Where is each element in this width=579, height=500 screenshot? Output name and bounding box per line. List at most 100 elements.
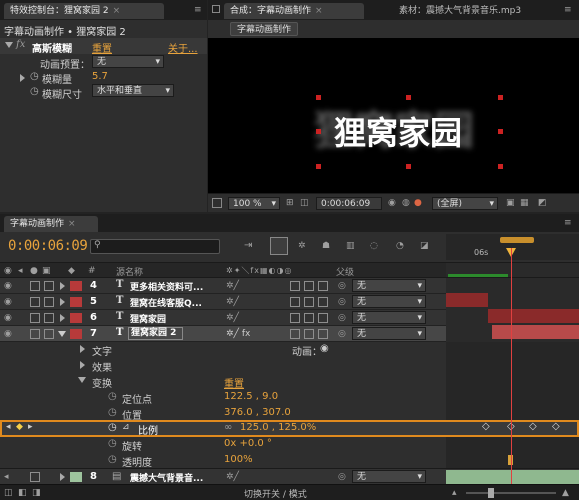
layer-duration-bar[interactable] [488, 309, 579, 323]
pickwhip-icon[interactable]: ◎ [338, 280, 346, 292]
switches-icon[interactable]: ✲✦＼fx▦◐◑◎ [226, 265, 292, 277]
layer-search-input[interactable]: ⚲ [90, 239, 220, 254]
label-icon[interactable]: ◆ [68, 265, 75, 277]
stopwatch-icon[interactable]: ◷ [30, 86, 39, 97]
lock-icon[interactable] [212, 5, 220, 13]
transform-handle[interactable] [406, 164, 411, 169]
property-value[interactable]: 125.0 , 125.0% [240, 422, 316, 433]
draft-3d-icon[interactable]: ✲ [298, 240, 306, 252]
panel-menu-icon[interactable]: ≡ [194, 4, 202, 16]
close-icon[interactable]: × [68, 219, 76, 229]
add-keyframe-icon[interactable]: ◆ [16, 422, 23, 432]
panel-menu-icon[interactable]: ≡ [564, 4, 572, 16]
transform-reset-link[interactable]: 重置 [224, 375, 244, 390]
col-parent[interactable]: 父级 [336, 265, 354, 278]
layer-name[interactable]: 狸窝在线客服Q... [130, 296, 202, 309]
animate-menu-label[interactable]: 动画： [292, 343, 322, 358]
layer-name[interactable]: 震撼大气背景音... [130, 471, 203, 484]
fx-icon[interactable]: fx [16, 39, 25, 50]
expand-arrow-icon[interactable] [80, 361, 85, 369]
grid-icon[interactable]: ⊞ [286, 197, 294, 209]
switch-box[interactable] [304, 329, 314, 339]
col-source-name[interactable]: 源名称 [116, 265, 143, 278]
frame-blending-icon[interactable]: ▥ [346, 240, 355, 252]
parent-select[interactable]: 无 ▾ [352, 295, 426, 308]
graph-editor-icon[interactable]: ◔ [396, 240, 404, 252]
label-color[interactable] [70, 297, 82, 307]
eye-icon[interactable]: ◉ [4, 328, 12, 340]
switch-box[interactable] [318, 297, 328, 307]
keyframe-icon[interactable]: ◇ [482, 421, 490, 432]
transform-handle[interactable] [316, 164, 321, 169]
property-value[interactable]: 122.5 , 9.0 [224, 391, 278, 402]
toggle-panel-icon[interactable]: ◧ [18, 487, 27, 499]
tab-footage[interactable]: 素材：震撼大气背景音乐.mp3 [393, 3, 527, 19]
layer-duration-bar-selected[interactable] [492, 325, 579, 339]
work-area-bar[interactable] [500, 237, 534, 243]
close-icon[interactable]: × [315, 6, 323, 16]
layer-name[interactable]: 更多相关资料可... [130, 280, 203, 293]
label-color[interactable] [70, 313, 82, 323]
switch-box[interactable] [304, 281, 314, 291]
keyframe-icon[interactable]: ◇ [552, 421, 560, 432]
zoom-slider-thumb[interactable] [488, 488, 494, 498]
solo-icon[interactable]: ● [30, 265, 38, 277]
lock-toggle[interactable] [44, 297, 54, 307]
lock-toggle[interactable] [44, 281, 54, 291]
expand-arrow-icon[interactable] [60, 298, 65, 306]
solo-toggle[interactable] [30, 313, 40, 323]
scale-property-row[interactable]: ◂ ◆ ▸ ◷ ⊿ 比例 ∞ 125.0 , 125.0% ◇ ◇ ◇ ◇ [0, 420, 579, 437]
stopwatch-icon[interactable]: ◷ [108, 454, 117, 465]
shy-layers-icon[interactable]: ☗ [322, 240, 330, 252]
current-time-display[interactable]: 0:00:06:09 [8, 238, 88, 254]
transform-handle[interactable] [316, 129, 321, 134]
tab-effect-controls[interactable]: 特效控制台：狸窝家园 2 × [4, 3, 164, 19]
prev-keyframe-icon[interactable]: ◂ [6, 422, 11, 432]
always-preview-icon[interactable] [212, 198, 222, 208]
blur-dimensions-select[interactable]: 水平和垂直 ▾ [92, 84, 174, 97]
reset-link[interactable]: 重置 [92, 40, 112, 55]
eye-icon[interactable]: ◉ [4, 296, 12, 308]
channel-icon[interactable]: ◍ [402, 197, 410, 209]
toggle-panel-icon[interactable]: ◫ [4, 487, 13, 499]
eye-icon[interactable]: ◉ [4, 312, 12, 324]
transform-handle[interactable] [498, 164, 503, 169]
switch-box[interactable] [290, 281, 300, 291]
switches-icon[interactable]: ✲╱ [226, 312, 239, 324]
stopwatch-icon[interactable]: ◷ [108, 391, 117, 402]
pickwhip-icon[interactable]: ◎ [338, 328, 346, 340]
parent-select[interactable]: 无 ▾ [352, 279, 426, 292]
toggle-switches-modes[interactable]: 切换开关 / 模式 [244, 487, 307, 500]
switch-box[interactable] [290, 297, 300, 307]
transparency-grid-icon[interactable]: ▦ [520, 197, 529, 209]
animate-menu-icon[interactable]: ◉ [320, 343, 329, 354]
solo-toggle[interactable] [30, 297, 40, 307]
parent-select[interactable]: 无 ▾ [352, 470, 426, 483]
switches-icon[interactable]: ✲╱ [226, 296, 239, 308]
switch-box[interactable] [290, 329, 300, 339]
zoom-out-icon[interactable]: ▴ [452, 487, 457, 499]
expand-arrow-icon[interactable] [20, 74, 25, 82]
lock-icon[interactable]: ▣ [42, 265, 51, 277]
switch-box[interactable] [304, 297, 314, 307]
pickwhip-icon[interactable]: ◎ [338, 312, 346, 324]
switch-box[interactable] [290, 313, 300, 323]
zoom-select[interactable]: 100 % ▾ [228, 197, 280, 210]
transform-group-label[interactable]: 变换 [92, 375, 112, 390]
collapse-arrow-icon[interactable] [78, 377, 86, 383]
switch-box[interactable] [318, 281, 328, 291]
solo-toggle[interactable] [30, 472, 40, 482]
preset-select[interactable]: 无 ▾ [92, 55, 164, 68]
comp-navigator-button[interactable]: 字幕动画制作 [230, 22, 299, 36]
about-link[interactable]: 关于... [168, 40, 198, 55]
panel-menu-icon[interactable]: ≡ [564, 217, 572, 229]
effect-row[interactable]: fx 高斯模糊 重置 关于... [0, 38, 207, 55]
composition-viewer[interactable]: 狸窝家园 狸窝家园 [208, 38, 579, 193]
pickwhip-icon[interactable]: ◎ [338, 471, 346, 483]
audio-layer-bar[interactable] [446, 470, 579, 484]
expand-arrow-icon[interactable] [80, 345, 85, 353]
stopwatch-icon[interactable]: ◷ [30, 71, 39, 82]
zoom-slider-track[interactable] [466, 488, 556, 498]
time-ruler[interactable]: 06s [446, 234, 579, 260]
zoom-in-icon[interactable]: ▲ [562, 487, 569, 499]
